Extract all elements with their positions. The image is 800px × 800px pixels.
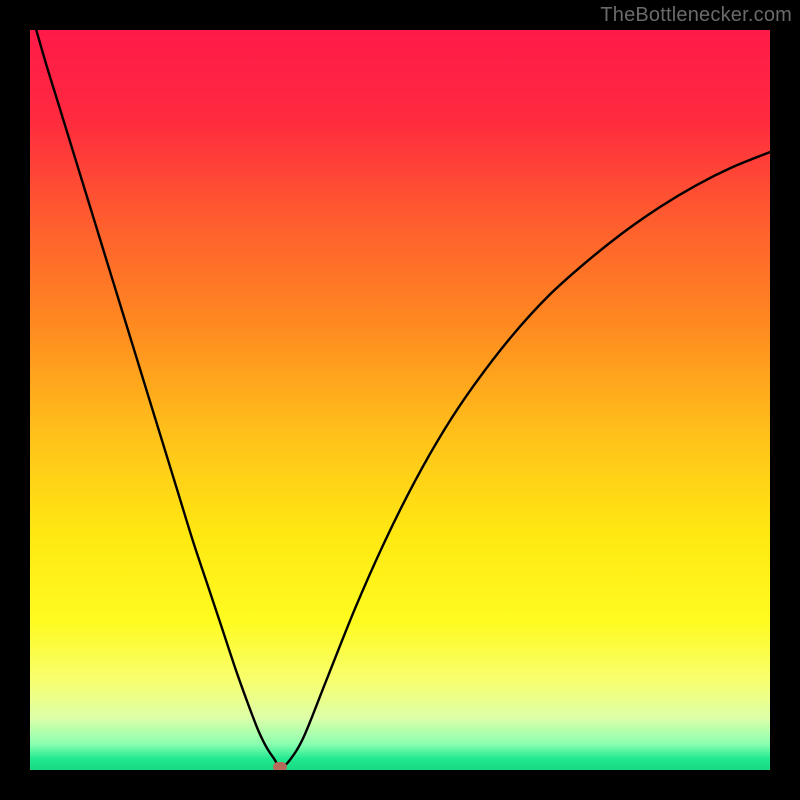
- minimum-marker: [273, 762, 287, 770]
- plot-area: [30, 30, 770, 770]
- chart-frame: TheBottlenecker.com: [0, 0, 800, 800]
- bottleneck-curve: [30, 30, 770, 770]
- watermark-text: TheBottlenecker.com: [600, 4, 792, 27]
